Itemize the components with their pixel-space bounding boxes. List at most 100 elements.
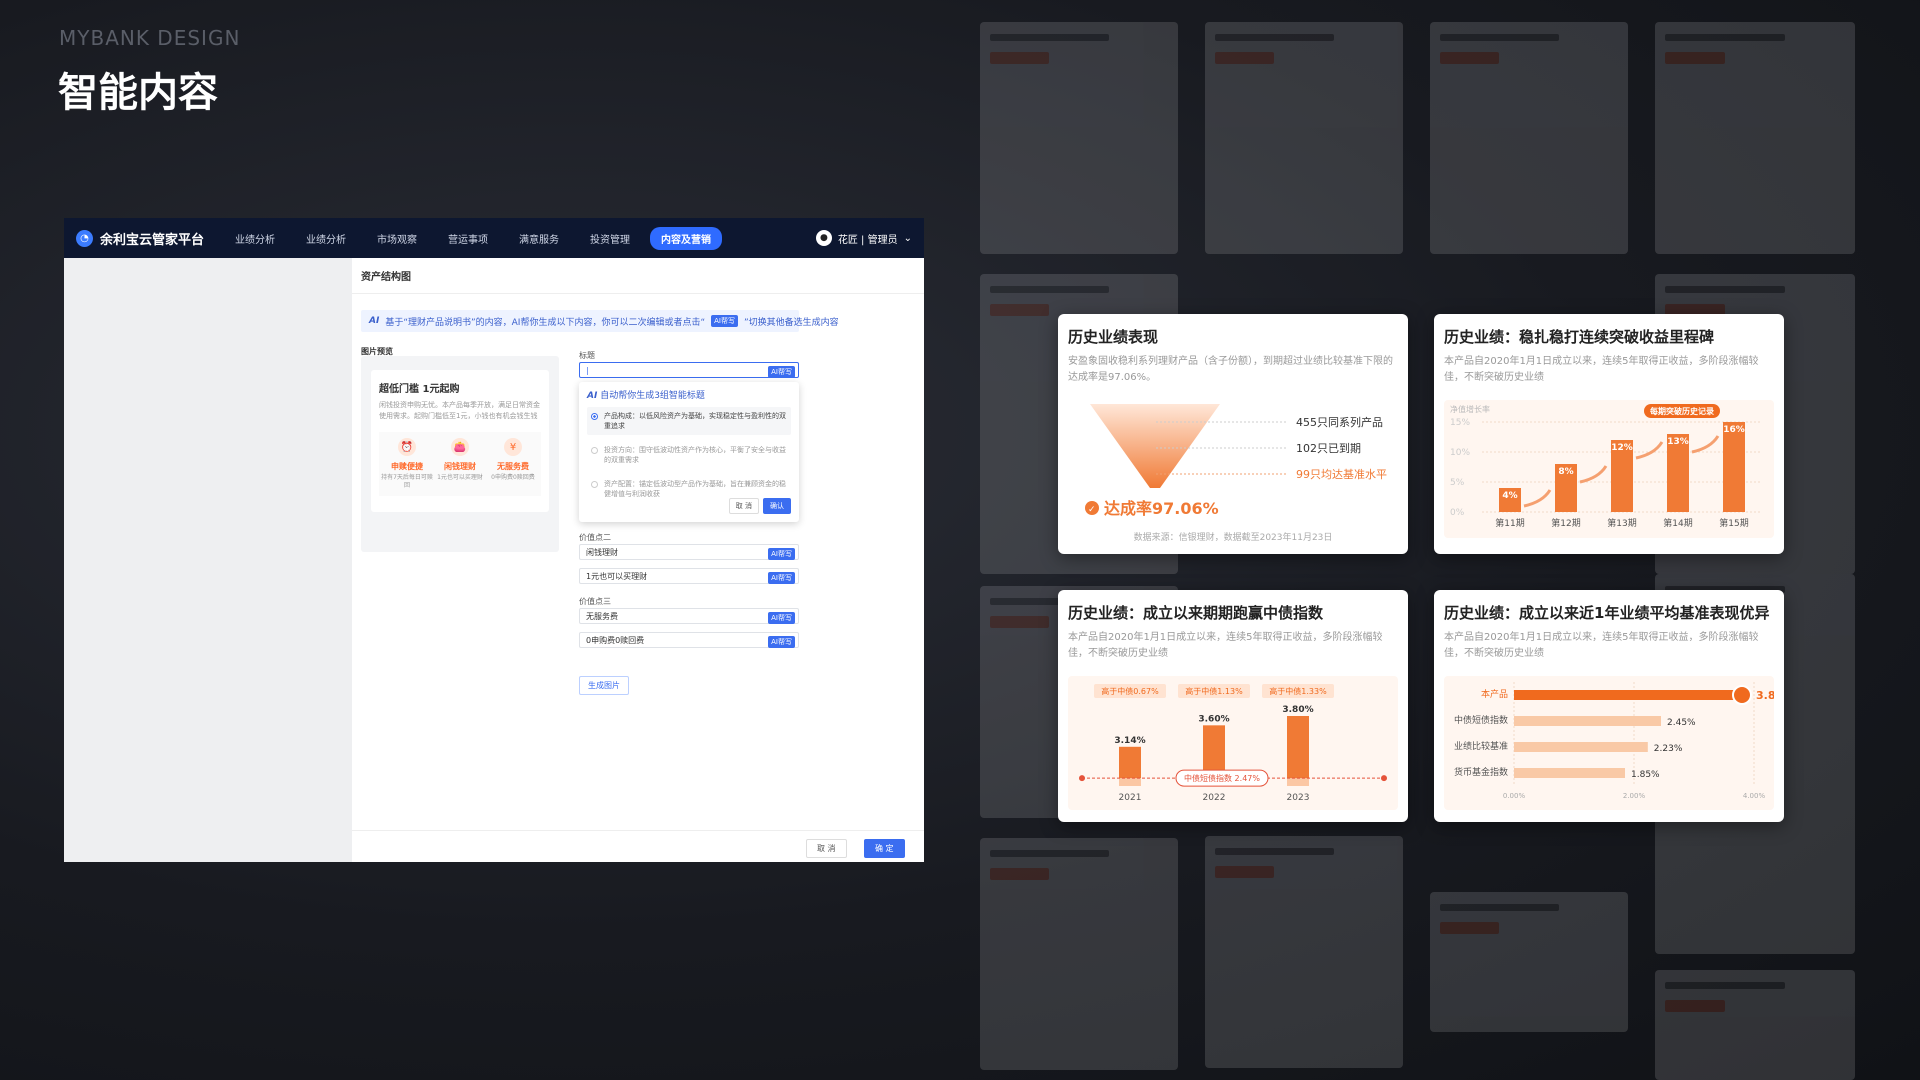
stat-series: 455只同系列产品: [1296, 415, 1383, 429]
feature-label: 无服务费: [497, 462, 529, 471]
yen-icon: ¥: [504, 438, 522, 456]
ai-write-button[interactable]: AI帮写: [768, 548, 795, 560]
card-milestones: 历史业绩：稳扎稳打连续突破收益里程碑 本产品自2020年1月1日成立以来，连续5…: [1434, 314, 1784, 554]
radio-selected[interactable]: [591, 413, 598, 420]
overlay-mask: [64, 258, 352, 862]
ai-write-button[interactable]: AI帮写: [768, 366, 795, 378]
radio[interactable]: [591, 447, 598, 454]
feature-sub: 持有7天后每日可赎回: [381, 474, 433, 489]
funnel-shape: [1090, 404, 1220, 488]
app-window: ◔ 余利宝云管家平台 业绩分析 业绩分析 市场观察 营运事项 满意服务 投资管理 …: [64, 218, 924, 862]
x-tick-label: 0.00%: [1503, 792, 1526, 800]
y-tick-label: 本产品: [1481, 688, 1508, 700]
value2-input-2[interactable]: 1元也可以买理财 AI帮写: [579, 568, 799, 584]
card-desc: 本产品自2020年1月1日成立以来，连续5年取得正收益，多阶段涨幅较佳，不断突破…: [1444, 632, 1759, 659]
funnel-chart: 455只同系列产品 102只已到期 99只均达基准水平 ✓ 达成率97.06%: [1085, 404, 1387, 518]
generate-image-button[interactable]: 生成图片: [579, 676, 629, 695]
ai-title-dropdown: AI 自动帮你生成3组智能标题 产品构成：以低风险资产为基础，实现稳定性与盈利性…: [579, 382, 799, 522]
nav-item-operations[interactable]: 营运事项: [437, 227, 499, 250]
bar-below-index: [1287, 778, 1309, 786]
ai-icon: AI: [369, 316, 380, 326]
user-name: 花匠 | 管理员: [837, 234, 898, 246]
trend-arrow: [1635, 441, 1664, 460]
ai-write-button[interactable]: AI帮写: [768, 612, 795, 624]
x-tick-label: 第13期: [1607, 517, 1636, 529]
background-card: [1655, 970, 1855, 1080]
value3-input-2[interactable]: 0申购费0赎回费 AI帮写: [579, 632, 799, 648]
feature-item: 👛 闲钱理财 1元也可以买理财: [434, 438, 486, 490]
x-tick-label: 第14期: [1663, 517, 1692, 529]
brand-label: MYBANK DESIGN: [59, 26, 241, 50]
field-value: 无服务费: [586, 611, 618, 621]
reference-dot: [1381, 775, 1387, 782]
dropdown-cancel-button[interactable]: 取 消: [728, 498, 759, 514]
title-option[interactable]: 投资方向：围守低波动性资产作为核心，平衡了安全与收益的双重需求: [587, 441, 791, 469]
record-badge-text: 每期突破历史记录: [1650, 406, 1714, 416]
radio[interactable]: [591, 481, 598, 488]
value2-input-1[interactable]: 闲钱理财 AI帮写: [579, 544, 799, 560]
reference-dot: [1079, 775, 1085, 782]
edit-drawer: 资产结构图 AI 基于“理财产品说明书”的内容，AI帮你生成以下内容，你可以二次…: [352, 258, 924, 862]
feature-item: ¥ 无服务费 0申购费0赎回费: [487, 438, 539, 490]
card-title: 历史业绩：成立以来期期跑赢中债指数: [1068, 604, 1324, 622]
annotation: 高于中债1.33%: [1269, 686, 1327, 696]
ai-banner: AI 基于“理财产品说明书”的内容，AI帮你生成以下内容，你可以二次编辑或者点击…: [361, 310, 839, 332]
nav-item-service[interactable]: 满意服务: [508, 227, 570, 250]
nav-item-investment[interactable]: 投资管理: [579, 227, 641, 250]
avatar: ●: [815, 230, 832, 246]
x-tick-label: 2022: [1203, 793, 1226, 803]
field-value: 0申购费0赎回费: [586, 635, 645, 645]
nav-item-content[interactable]: 内容及营销: [650, 226, 723, 250]
app-logo[interactable]: ◔ 余利宝云管家平台: [76, 229, 204, 248]
dropdown-confirm-button[interactable]: 确认: [763, 498, 791, 514]
user-menu[interactable]: ● 花匠 | 管理员 ⌄: [815, 230, 912, 246]
thumbs-up-icon: [1732, 685, 1752, 705]
bar: [1723, 422, 1745, 512]
x-tick-label: 第11期: [1495, 517, 1524, 529]
title-option[interactable]: 产品构成：以低风险资产为基础，实现稳定性与盈利性的双重追求: [587, 407, 791, 435]
value3-input-1[interactable]: 无服务费 AI帮写: [579, 608, 799, 624]
top-nav: ◔ 余利宝云管家平台 业绩分析 业绩分析 市场观察 营运事项 满意服务 投资管理 …: [64, 218, 924, 258]
field-value: 闲钱理财: [586, 547, 618, 557]
y-tick-label: 业绩比较基准: [1454, 740, 1508, 752]
data-label: 8%: [1558, 467, 1573, 477]
data-label: 3.80%: [1282, 705, 1313, 715]
nav-item-market[interactable]: 市场观察: [366, 227, 428, 250]
data-label: 3.14%: [1114, 736, 1145, 746]
drawer-footer: 取 消 确 定: [352, 830, 924, 862]
y-tick-label: 货币基金指数: [1454, 766, 1508, 778]
image-preview: 超低门槛 1元起购 闲钱投资申购无忧。本产品每季开放，满足日常资金使用需求。起购…: [361, 356, 559, 552]
bar: [1514, 742, 1648, 752]
data-label: 3.8%: [1756, 689, 1774, 702]
ai-banner-tag[interactable]: AI帮写: [711, 315, 738, 327]
card-title: 历史业绩：成立以来近1年业绩平均基准表现优异: [1444, 604, 1770, 622]
dropdown-head-text: 自动帮你生成3组智能标题: [600, 391, 705, 401]
page-title: 智能内容: [58, 70, 218, 116]
nav-item-performance[interactable]: 业绩分析: [224, 227, 286, 250]
data-label: 16%: [1723, 425, 1745, 435]
background-card: [1430, 892, 1628, 1032]
data-label: 2.23%: [1654, 744, 1683, 754]
ok-button[interactable]: 确 定: [864, 839, 905, 858]
data-label: 2.45%: [1667, 718, 1696, 728]
cancel-button[interactable]: 取 消: [806, 839, 847, 858]
ai-write-button[interactable]: AI帮写: [768, 572, 795, 584]
bar: [1514, 690, 1742, 700]
ai-write-button[interactable]: AI帮写: [768, 636, 795, 648]
y-tick-label: 0%: [1450, 508, 1465, 518]
feature-item: ⏰ 申赎便捷 持有7天后每日可赎回: [381, 438, 433, 490]
title-input[interactable]: | AI帮写: [579, 362, 799, 378]
data-label: 1.85%: [1631, 770, 1660, 780]
card-benchmark: 历史业绩：成立以来近1年业绩平均基准表现优异 本产品自2020年1月1日成立以来…: [1434, 590, 1787, 822]
preview-title: 超低门槛 1元起购: [379, 384, 460, 395]
option-text: 投资方向：围守低波动性资产作为核心，平衡了安全与收益的双重需求: [604, 446, 786, 464]
nav-item-performance-2[interactable]: 业绩分析: [295, 227, 357, 250]
drawer-title: 资产结构图: [352, 258, 924, 294]
feature-label: 申赎便捷: [391, 462, 423, 471]
background-card: [1205, 22, 1403, 254]
bar: [1514, 716, 1661, 726]
trend-arrow: [1691, 435, 1720, 454]
x-tick-label: 2023: [1287, 793, 1310, 803]
data-label: 4%: [1502, 491, 1517, 501]
index-bar-chart: 高于中债0.67% 高于中债1.13% 高于中债1.33% 3.14% 2021 3.60…: [1079, 684, 1387, 803]
